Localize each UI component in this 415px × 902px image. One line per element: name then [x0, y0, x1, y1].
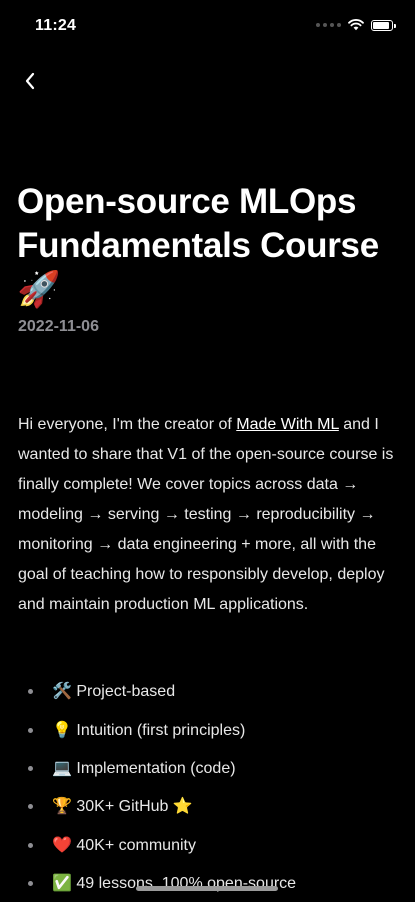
back-button[interactable]: [16, 64, 44, 98]
bullet-dot: [28, 842, 33, 848]
bullet-dot: [28, 689, 33, 695]
battery-icon: [371, 19, 396, 31]
post-title: Open-source MLOps Fundamentals Course 🚀: [17, 182, 379, 309]
post-date: 2022-11-06: [18, 318, 99, 335]
home-indicator[interactable]: [136, 886, 278, 891]
list-item: 💡 Intuition (first principles): [0, 710, 415, 748]
post-intro: Hi everyone, I'm the creator of Made Wit…: [18, 410, 398, 620]
intro-text-start: Hi everyone, I'm the creator of: [18, 416, 237, 433]
list-item: 💻 Implementation (code): [0, 749, 415, 787]
status-icons: [316, 19, 396, 31]
chevron-left-icon: [25, 72, 35, 90]
intro-text-end: and I wanted to share that V1 of the ope…: [18, 416, 394, 613]
feature-list: 🛠️ Project-based 💡 Intuition (first prin…: [0, 672, 415, 902]
signal-dots-icon: [316, 23, 341, 27]
bullet-dot: [28, 727, 33, 733]
status-time: 11:24: [35, 17, 77, 34]
wifi-icon: [348, 19, 364, 31]
made-with-ml-link[interactable]: Made With ML: [236, 416, 339, 433]
list-item-text: 🏆 30K+ GitHub ⭐️: [52, 798, 193, 816]
list-item-text: 💻 Implementation (code): [52, 759, 236, 777]
list-item-text: ❤️ 40K+ community: [52, 836, 196, 854]
list-item-text: 🛠️ Project-based: [52, 683, 176, 701]
list-item: 🛠️ Project-based: [0, 672, 415, 710]
bullet-dot: [28, 881, 33, 887]
list-item: ✅ 49 lessons, 100% open-source: [0, 864, 415, 902]
bullet-dot: [28, 804, 33, 810]
list-item: ❤️ 40K+ community: [0, 826, 415, 864]
list-item-text: 💡 Intuition (first principles): [52, 721, 246, 739]
bullet-dot: [28, 765, 33, 771]
status-bar: 11:24: [0, 0, 415, 54]
list-item: 🏆 30K+ GitHub ⭐️: [0, 787, 415, 825]
